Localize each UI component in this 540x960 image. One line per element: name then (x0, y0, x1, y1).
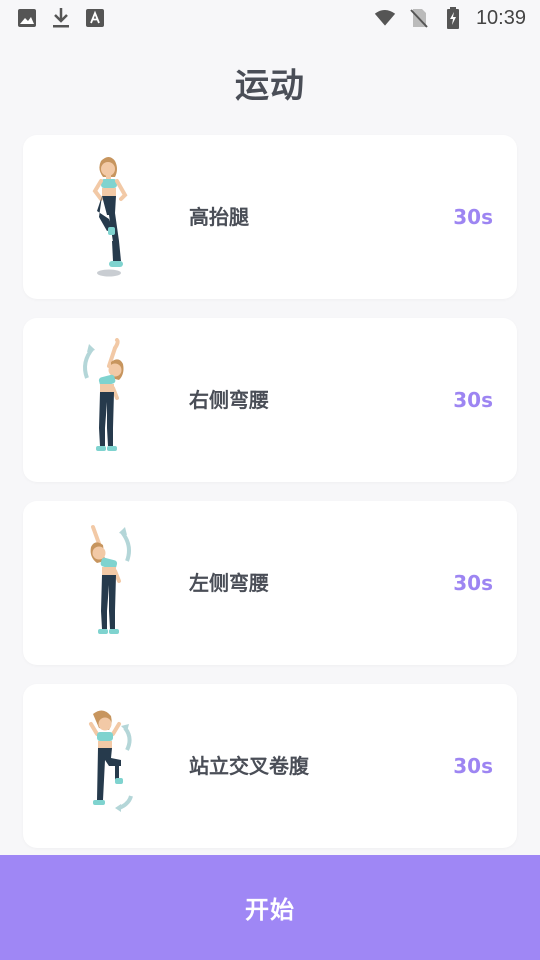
exercise-duration: 30s (453, 205, 493, 229)
high-knee-figure-icon (75, 155, 143, 279)
exercise-card[interactable]: 站立交叉卷腹 30s (23, 684, 517, 848)
page-title: 运动 (235, 66, 305, 106)
exercise-duration: 30s (453, 754, 493, 778)
exercise-name: 右侧弯腰 (189, 388, 269, 412)
standing-cross-crunch-figure-icon (75, 704, 143, 828)
exercise-list: 高抬腿 30s 右侧弯腰 30s 左侧弯腰 30s 站立交叉卷腹 30s (23, 135, 517, 867)
status-left-icons (16, 7, 106, 29)
download-icon (50, 7, 72, 29)
start-button[interactable]: 开始 (0, 855, 540, 960)
battery-charging-icon (442, 7, 464, 29)
exercise-card[interactable]: 左侧弯腰 30s (23, 501, 517, 665)
exercise-duration: 30s (453, 388, 493, 412)
exercise-duration: 30s (453, 571, 493, 595)
left-side-bend-figure-icon (75, 521, 143, 645)
wifi-icon (374, 7, 396, 29)
exercise-card[interactable]: 高抬腿 30s (23, 135, 517, 299)
image-icon (16, 7, 38, 29)
no-sim-icon (408, 7, 430, 29)
status-right-icons: 10:39 (374, 7, 526, 30)
exercise-name: 站立交叉卷腹 (189, 754, 309, 778)
status-time: 10:39 (475, 6, 526, 29)
exercise-name: 左侧弯腰 (189, 571, 269, 595)
right-side-bend-figure-icon (75, 338, 143, 462)
font-icon (84, 7, 106, 29)
exercise-name: 高抬腿 (189, 205, 249, 229)
status-bar: 10:39 (0, 0, 540, 36)
exercise-card[interactable]: 右侧弯腰 30s (23, 318, 517, 482)
